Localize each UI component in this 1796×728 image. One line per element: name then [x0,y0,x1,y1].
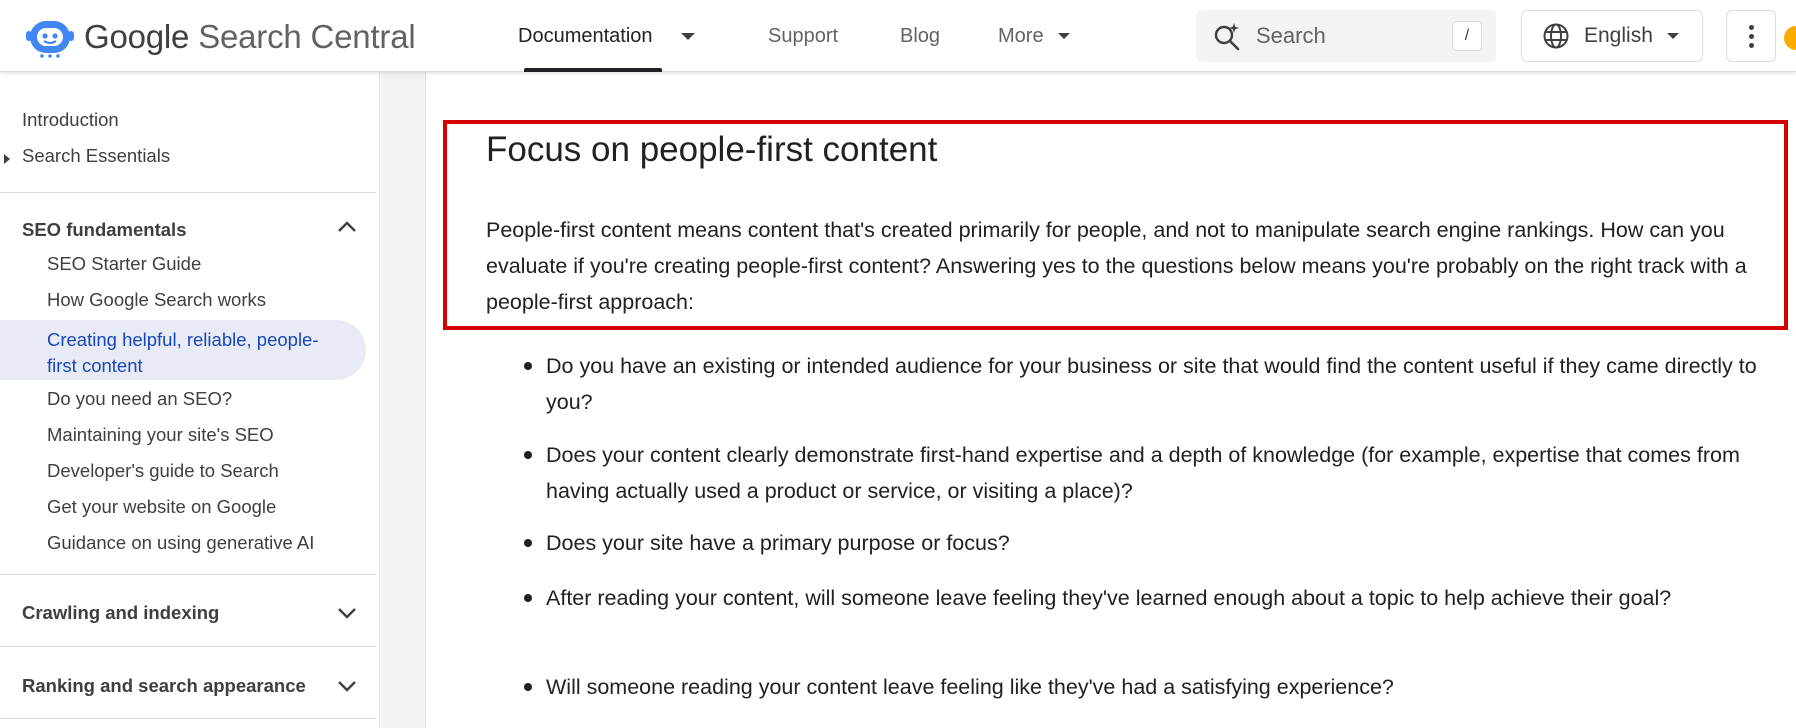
chevron-down-icon[interactable] [336,679,358,693]
section-heading: Focus on people-first content [486,130,938,169]
dot [1748,33,1754,39]
sidebar-item-developers-guide[interactable]: Developer's guide to Search [47,460,279,482]
active-tab-indicator [524,68,662,72]
nav-tab-more-label: More [998,24,1044,47]
search-placeholder: Search [1256,23,1326,48]
list-item: Will someone reading your content leave … [524,669,1766,705]
chevron-down-icon [1057,33,1070,39]
list-item: Does your content clearly demonstrate fi… [524,437,1766,509]
sidebar-divider [0,192,376,193]
sidebar-divider [0,718,376,719]
dot [1748,42,1754,48]
site-logo[interactable]: Google Search Central [26,12,416,62]
sidebar-section-crawling-indexing[interactable]: Crawling and indexing [22,602,219,624]
search-central-mascot-icon [26,21,74,58]
sidebar-item-get-website-on-google[interactable]: Get your website on Google [47,496,276,518]
language-select[interactable]: English [1521,10,1703,62]
sidebar-divider [0,646,376,647]
nav-tab-documentation-label: Documentation [518,24,653,47]
account-avatar[interactable] [1784,26,1796,50]
search-spark-icon [1214,23,1240,51]
nav-tab-more[interactable]: More [998,0,1070,72]
nav-tab-blog-label: Blog [900,24,941,47]
search-shortcut-key: / [1452,21,1482,51]
nav-tab-support[interactable]: Support [768,0,838,72]
sidebar-item-do-you-need-an-seo[interactable]: Do you need an SEO? [47,388,232,410]
globe-icon [1543,23,1569,49]
nav-tab-documentation[interactable]: Documentation [518,0,695,72]
sidebar-item-how-google-search-works[interactable]: How Google Search works [47,289,266,311]
list-item: Do you have an existing or intended audi… [524,348,1766,420]
list-item: Does your site have a primary purpose or… [524,525,1766,561]
dot [1748,24,1754,30]
logo-brand: Google [84,18,190,55]
list-item: After reading your content, will someone… [524,580,1766,616]
sidebar-item-creating-helpful-content[interactable]: Creating helpful, reliable, people-first… [47,327,347,379]
more-options-button[interactable] [1726,10,1776,62]
language-label: English [1584,24,1653,47]
sidebar-item-generative-ai-guidance[interactable]: Guidance on using generative AI [47,532,314,554]
sidebar-item-introduction[interactable]: Introduction [22,109,119,131]
sidebar-section-ranking-appearance[interactable]: Ranking and search appearance [22,675,306,697]
sidebar-item-search-essentials[interactable]: Search Essentials [22,145,170,167]
chevron-down-icon[interactable] [336,606,358,620]
logo-product: Search Central [198,18,416,55]
search-input[interactable]: Search / [1196,10,1496,62]
nav-tab-support-label: Support [768,24,839,47]
top-app-bar: Google Search Central Documentation Supp… [0,0,1796,72]
intro-paragraph: People-first content means content that'… [486,218,1747,314]
nav-tab-blog[interactable]: Blog [900,0,940,72]
sidebar-item-seo-starter-guide[interactable]: SEO Starter Guide [47,253,201,275]
chevron-down-icon [680,32,695,40]
content-gutter [381,72,426,728]
sidebar-item-maintaining-site-seo[interactable]: Maintaining your site's SEO [47,424,274,446]
sidebar-divider [0,574,376,575]
sidebar-section-seo-fundamentals[interactable]: SEO fundamentals [22,219,186,241]
logo-wordmark: Google Search Central [84,18,416,56]
expand-arrow-icon[interactable] [4,154,10,164]
chevron-down-icon [1666,33,1679,39]
chevron-up-icon[interactable] [336,220,358,234]
